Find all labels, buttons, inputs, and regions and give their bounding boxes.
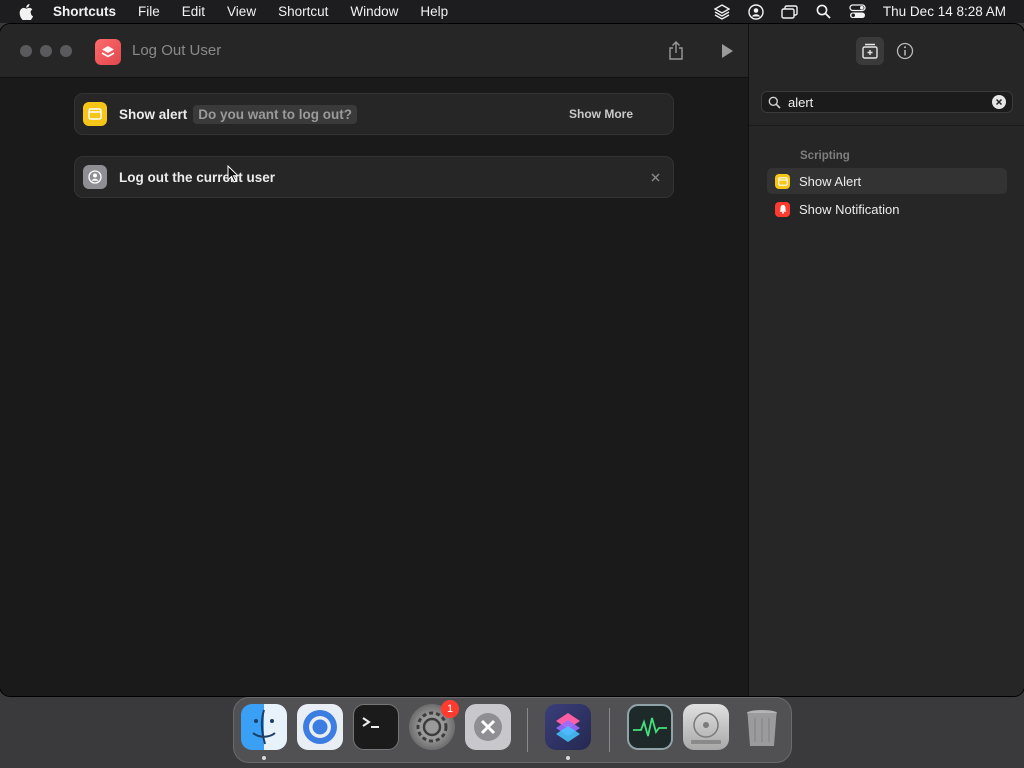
- dock: 1: [233, 697, 792, 763]
- title-bar: Log Out User: [0, 24, 748, 78]
- show-more-button[interactable]: Show More: [569, 107, 633, 121]
- action-library-sidebar: alert Scripting Show Alert Show Notifica…: [748, 24, 1024, 696]
- dock-separator: [527, 708, 528, 752]
- menu-view[interactable]: View: [216, 4, 267, 19]
- close-window-button[interactable]: [20, 45, 32, 57]
- sidebar-divider: [749, 125, 1024, 126]
- menu-window[interactable]: Window: [339, 4, 409, 19]
- alert-window-icon: [775, 173, 790, 189]
- library-item-label: Show Alert: [799, 173, 862, 189]
- zoom-window-button[interactable]: [60, 45, 72, 57]
- menu-help[interactable]: Help: [409, 4, 459, 19]
- dock-disk-utility-icon[interactable]: [683, 704, 729, 750]
- minimize-window-button[interactable]: [40, 45, 52, 57]
- clear-search-icon[interactable]: [992, 95, 1006, 109]
- dock-separator: [609, 708, 610, 752]
- user-circle-icon[interactable]: [739, 0, 773, 23]
- screen-mirror-icon[interactable]: [773, 0, 807, 23]
- search-icon: [768, 95, 782, 109]
- library-item-show-alert[interactable]: Show Alert: [767, 168, 1007, 194]
- action-label: Log out the current user: [119, 169, 276, 185]
- alert-window-icon: [83, 102, 107, 126]
- menu-edit[interactable]: Edit: [171, 4, 216, 19]
- dock-shortcuts-icon[interactable]: [545, 704, 591, 750]
- library-item-show-notification[interactable]: Show Notification: [767, 196, 1007, 222]
- info-icon[interactable]: [891, 37, 919, 65]
- menu-app-name[interactable]: Shortcuts: [52, 4, 127, 19]
- dock-chromium-icon[interactable]: [297, 704, 343, 750]
- layers-icon[interactable]: [705, 0, 739, 23]
- shortcut-editor: Show alert Do you want to log out? Show …: [0, 78, 748, 696]
- section-header-scripting: Scripting: [800, 150, 850, 162]
- sidebar-toolbar: [749, 24, 1024, 78]
- dock-trash-icon[interactable]: [739, 704, 785, 750]
- dock-activity-monitor-icon[interactable]: [627, 704, 673, 750]
- library-item-label: Show Notification: [799, 201, 900, 217]
- run-play-icon[interactable]: [716, 40, 738, 62]
- dock-running-indicator: [262, 756, 266, 760]
- add-action-library-icon[interactable]: [856, 37, 884, 65]
- search-input[interactable]: alert: [788, 95, 992, 110]
- notification-bell-icon: [775, 201, 790, 217]
- menu-shortcut[interactable]: Shortcut: [267, 4, 339, 19]
- dock-finder-icon[interactable]: [241, 704, 287, 750]
- apple-menu-icon[interactable]: [0, 3, 52, 20]
- mouse-cursor-icon: [227, 164, 240, 188]
- menu-bar: Shortcuts File Edit View Shortcut Window…: [0, 0, 1024, 23]
- dock-running-indicator: [566, 756, 570, 760]
- share-icon[interactable]: [665, 40, 687, 62]
- search-icon[interactable]: [807, 0, 841, 23]
- control-center-icon[interactable]: [841, 0, 875, 23]
- shortcuts-window: Log Out User Show alert Do you want to l…: [0, 24, 1024, 696]
- user-icon: [83, 165, 107, 189]
- action-search-field[interactable]: alert: [761, 91, 1013, 113]
- dock-terminal-icon[interactable]: [353, 704, 399, 750]
- menu-file[interactable]: File: [127, 4, 171, 19]
- remove-action-icon[interactable]: [649, 171, 661, 183]
- dock-system-settings-icon[interactable]: 1: [409, 700, 459, 750]
- menu-clock[interactable]: Thu Dec 14 8:28 AM: [875, 4, 1024, 19]
- shortcut-icon[interactable]: [95, 39, 121, 65]
- shortcut-title[interactable]: Log Out User: [132, 42, 221, 59]
- notification-badge: 1: [441, 700, 459, 718]
- alert-message-param[interactable]: Do you want to log out?: [193, 104, 357, 124]
- dock-xcode-cleaner-icon[interactable]: [465, 704, 511, 750]
- window-controls: [20, 45, 72, 57]
- action-log-out[interactable]: Log out the current user: [74, 156, 674, 198]
- action-show-alert[interactable]: Show alert Do you want to log out? Show …: [74, 93, 674, 135]
- action-label: Show alert: [119, 106, 188, 122]
